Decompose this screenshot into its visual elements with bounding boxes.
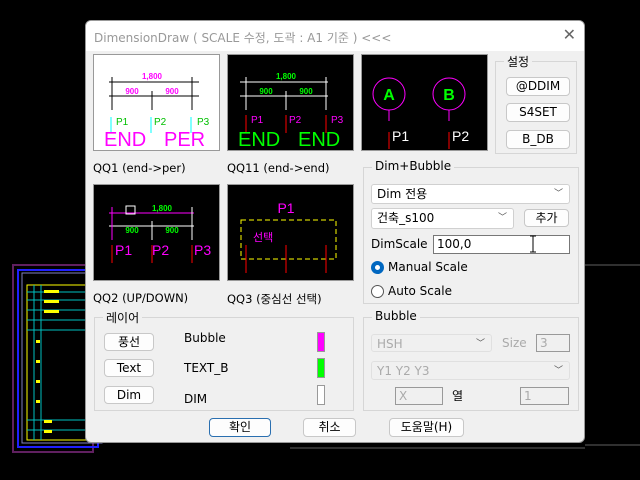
s4set-button[interactable]: S4SET — [506, 103, 570, 122]
add-button[interactable]: 추가 — [524, 209, 569, 227]
bubble-axis-value: Y1 Y2 Y3 — [377, 364, 430, 378]
dim-total-text: 1,800 — [142, 72, 163, 81]
chevron-down-icon: ﹀ — [553, 366, 563, 376]
bubble-axis-select[interactable]: Y1 Y2 Y3 ﹀ — [371, 361, 570, 380]
layer-dim-name: DIM — [184, 392, 208, 406]
layer-text-color-swatch[interactable] — [317, 358, 325, 378]
dim-style-select[interactable]: 건축_s100 ﹀ — [371, 208, 514, 229]
close-icon[interactable]: ✕ — [563, 25, 576, 44]
p3-text: P3 — [197, 117, 210, 128]
dim-bubble-title: Dim+Bubble — [372, 159, 455, 173]
size-input[interactable]: 3 — [536, 334, 570, 352]
dialog-title: DimensionDraw ( SCALE 수정, 도곽 : A1 기준 ) <… — [94, 31, 392, 45]
preview-qq3[interactable]: P1 선택 — [227, 184, 354, 281]
p2-text: P2 — [152, 242, 169, 258]
bubble-title: Bubble — [372, 309, 420, 323]
p1-text: P1 — [116, 117, 129, 128]
layer-dim-button[interactable]: Dim — [104, 386, 154, 404]
bubble-name-select[interactable]: HSH ﹀ — [371, 334, 492, 352]
cancel-button[interactable]: 취소 — [303, 418, 356, 437]
chevron-down-icon: ﹀ — [553, 189, 563, 199]
dim-style-value: 건축_s100 — [377, 211, 435, 225]
dimscale-label: DimScale — [371, 237, 428, 251]
text-cursor-icon — [530, 235, 536, 253]
layer-text-button[interactable]: Text — [104, 359, 154, 377]
manual-scale-label[interactable]: Manual Scale — [388, 260, 468, 274]
preview-bubble[interactable]: A B P1 P2 — [361, 54, 488, 151]
size-label: Size — [502, 336, 527, 350]
end-text: END — [238, 129, 280, 150]
help-button[interactable]: 도움말(H) — [389, 418, 464, 437]
dimension-draw-dialog: DimensionDraw ( SCALE 수정, 도곽 : A1 기준 ) <… — [85, 20, 585, 443]
dim-total-text: 1,800 — [152, 204, 173, 213]
auto-scale-radio[interactable] — [371, 285, 384, 298]
column-input[interactable]: 1 — [520, 387, 569, 405]
layer-text-name: TEXT_B — [184, 361, 229, 375]
qq11-label: QQ11 (end->end) — [227, 161, 330, 175]
dimscale-input[interactable]: 100,0 — [433, 235, 570, 254]
preview-qq11[interactable]: 1,800 900 900 P1 P2 P3 END END — [227, 54, 354, 151]
end-text-2: END — [298, 129, 340, 150]
bubble-b-text: B — [443, 87, 455, 104]
auto-scale-label[interactable]: Auto Scale — [388, 284, 452, 298]
select-text: 선택 — [253, 231, 273, 244]
dim-a-text: 900 — [125, 226, 139, 235]
dim-b-text: 900 — [165, 87, 179, 96]
p3-text: P3 — [194, 242, 211, 258]
layer-bubble-name: Bubble — [184, 331, 226, 345]
p1-text: P1 — [115, 242, 132, 258]
qq1-label: QQ1 (end->per) — [93, 161, 186, 175]
p2-text: P2 — [154, 117, 167, 128]
preview-qq1[interactable]: 1,800 900 900 P1 P2 P3 END PER — [93, 54, 220, 151]
p1-text: P1 — [392, 128, 409, 144]
layer-title: 레이어 — [103, 309, 143, 326]
dim-mode-value: Dim 전용 — [377, 187, 428, 201]
layer-bubble-button[interactable]: 풍선 — [104, 333, 154, 351]
preview-qq2[interactable]: 1,800 900 900 P1 P2 P3 — [93, 184, 220, 281]
x-input[interactable]: X — [395, 387, 443, 405]
title-bar: DimensionDraw ( SCALE 수정, 도곽 : A1 기준 ) <… — [86, 21, 584, 51]
manual-scale-radio[interactable] — [371, 261, 384, 274]
p1-text: P1 — [277, 200, 294, 216]
dim-total-text: 1,800 — [276, 72, 297, 81]
qq2-label: QQ2 (UP/DOWN) — [93, 291, 189, 305]
p2-text: P2 — [289, 115, 302, 126]
chevron-down-icon: ﹀ — [497, 213, 507, 223]
dim-mode-select[interactable]: Dim 전용 ﹀ — [371, 184, 570, 204]
chevron-down-icon: ﹀ — [475, 339, 485, 349]
bubble-a-text: A — [383, 87, 395, 104]
layer-bubble-color-swatch[interactable] — [317, 332, 325, 352]
dim-a-text: 900 — [259, 87, 273, 96]
dim-b-text: 900 — [299, 87, 313, 96]
per-text: PER — [164, 129, 205, 150]
b-db-button[interactable]: B_DB — [506, 130, 570, 149]
dim-b-text: 900 — [165, 226, 179, 235]
layer-dim-color-swatch[interactable] — [317, 385, 325, 405]
ok-button[interactable]: 확인 — [209, 418, 271, 437]
qq3-label: QQ3 (중심선 선택) — [227, 292, 322, 306]
end-text: END — [104, 129, 146, 150]
ddim-button[interactable]: @DDIM — [506, 77, 570, 96]
p3-text: P3 — [331, 115, 344, 126]
settings-title: 설정 — [504, 53, 533, 70]
p2-text: P2 — [452, 128, 469, 144]
dim-a-text: 900 — [125, 87, 139, 96]
column-label: 열 — [452, 389, 464, 403]
bubble-name-value: HSH — [377, 337, 403, 351]
p1-text: P1 — [251, 115, 264, 126]
